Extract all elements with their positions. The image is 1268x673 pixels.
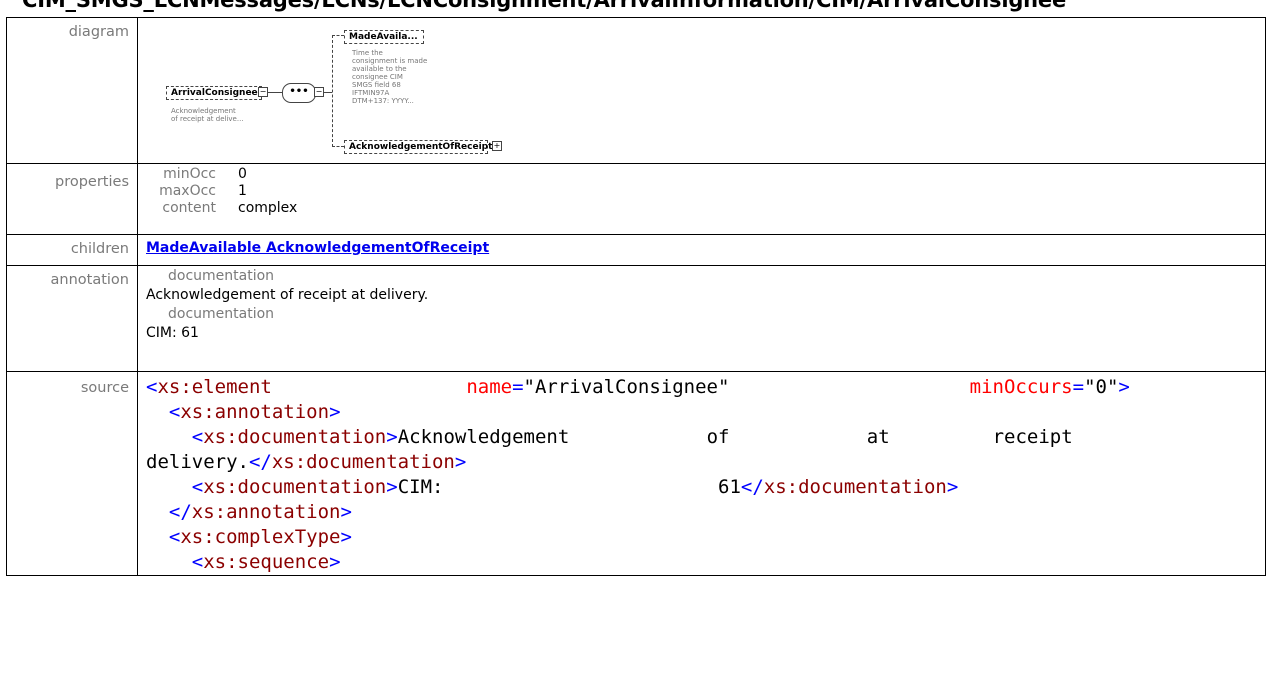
annotation-value: Acknowledgement of receipt at delivery. [146,287,429,303]
root-element-name: ArrivalConsignee [171,88,258,98]
child-link[interactable]: MadeAvailable AcknowledgementOfReceipt [146,240,489,256]
branch-line [332,35,344,36]
expand-icon[interactable]: + [492,141,502,151]
properties-label: properties [6,163,138,235]
child-element-madeavailable[interactable]: MadeAvaila... [344,30,424,44]
property-value: complex [238,200,298,216]
connector-line [268,92,282,93]
child-element-acknowledgementofreceipt[interactable]: AcknowledgementOfReceipt [344,140,492,154]
branch-line [332,146,344,147]
source-label: source [6,371,138,576]
sequence-compositor-icon[interactable]: ••• [282,83,316,103]
properties-cell: minOcc 0 maxOcc 1 content complex [137,163,1266,235]
page-title: CIM_SMGS_LCNMessages/LCNs/LCNConsignment… [22,0,1066,12]
source-code: <xs:element name="ArrivalConsignee" minO… [146,376,1130,573]
properties-table: minOcc 0 maxOcc 1 content complex [146,166,297,217]
property-key: maxOcc [159,183,216,199]
annotation-value: CIM: 61 [146,325,199,341]
property-row: maxOcc 1 [146,183,297,200]
root-element-box[interactable]: ArrivalConsignee [166,86,262,100]
children-row: children MadeAvailable AcknowledgementOf… [6,234,1266,266]
root-element-doc: Acknowledgement of receipt at delive... [171,107,244,123]
branch-line [332,35,333,147]
source-row: source <xs:element name="ArrivalConsigne… [6,371,1266,576]
element-doc-table: diagram ArrivalConsignee − Acknowledgeme… [6,17,1266,576]
property-row: minOcc 0 [146,166,297,183]
diagram-cell: ArrivalConsignee − Acknowledgement of re… [137,17,1266,164]
annotation-key: documentation [168,268,275,284]
diagram-row: diagram ArrivalConsignee − Acknowledgeme… [6,17,1266,164]
annotation-label: annotation [6,265,138,372]
property-value: 0 [238,166,247,182]
property-key: content [162,200,216,216]
sequence-collapse-icon[interactable]: − [314,87,324,97]
schema-diagram: ArrivalConsignee − Acknowledgement of re… [146,18,1265,163]
annotation-row: annotation documentation Acknowledgement… [6,265,1266,372]
property-row: content complex [146,200,297,217]
annotation-key: documentation [168,306,275,322]
diagram-label: diagram [6,17,138,164]
children-label: children [6,234,138,266]
property-key: minOcc [163,166,216,182]
children-cell: MadeAvailable AcknowledgementOfReceipt [137,234,1266,266]
source-cell: <xs:element name="ArrivalConsignee" minO… [137,371,1266,576]
property-value: 1 [238,183,247,199]
child-doc-madeavailable: Time the consignment is made available t… [352,49,428,105]
annotation-cell: documentation Acknowledgement of receipt… [137,265,1266,372]
properties-row: properties minOcc 0 maxOcc 1 content com… [6,163,1266,235]
collapse-icon[interactable]: − [258,87,268,97]
connector-line [324,92,332,93]
